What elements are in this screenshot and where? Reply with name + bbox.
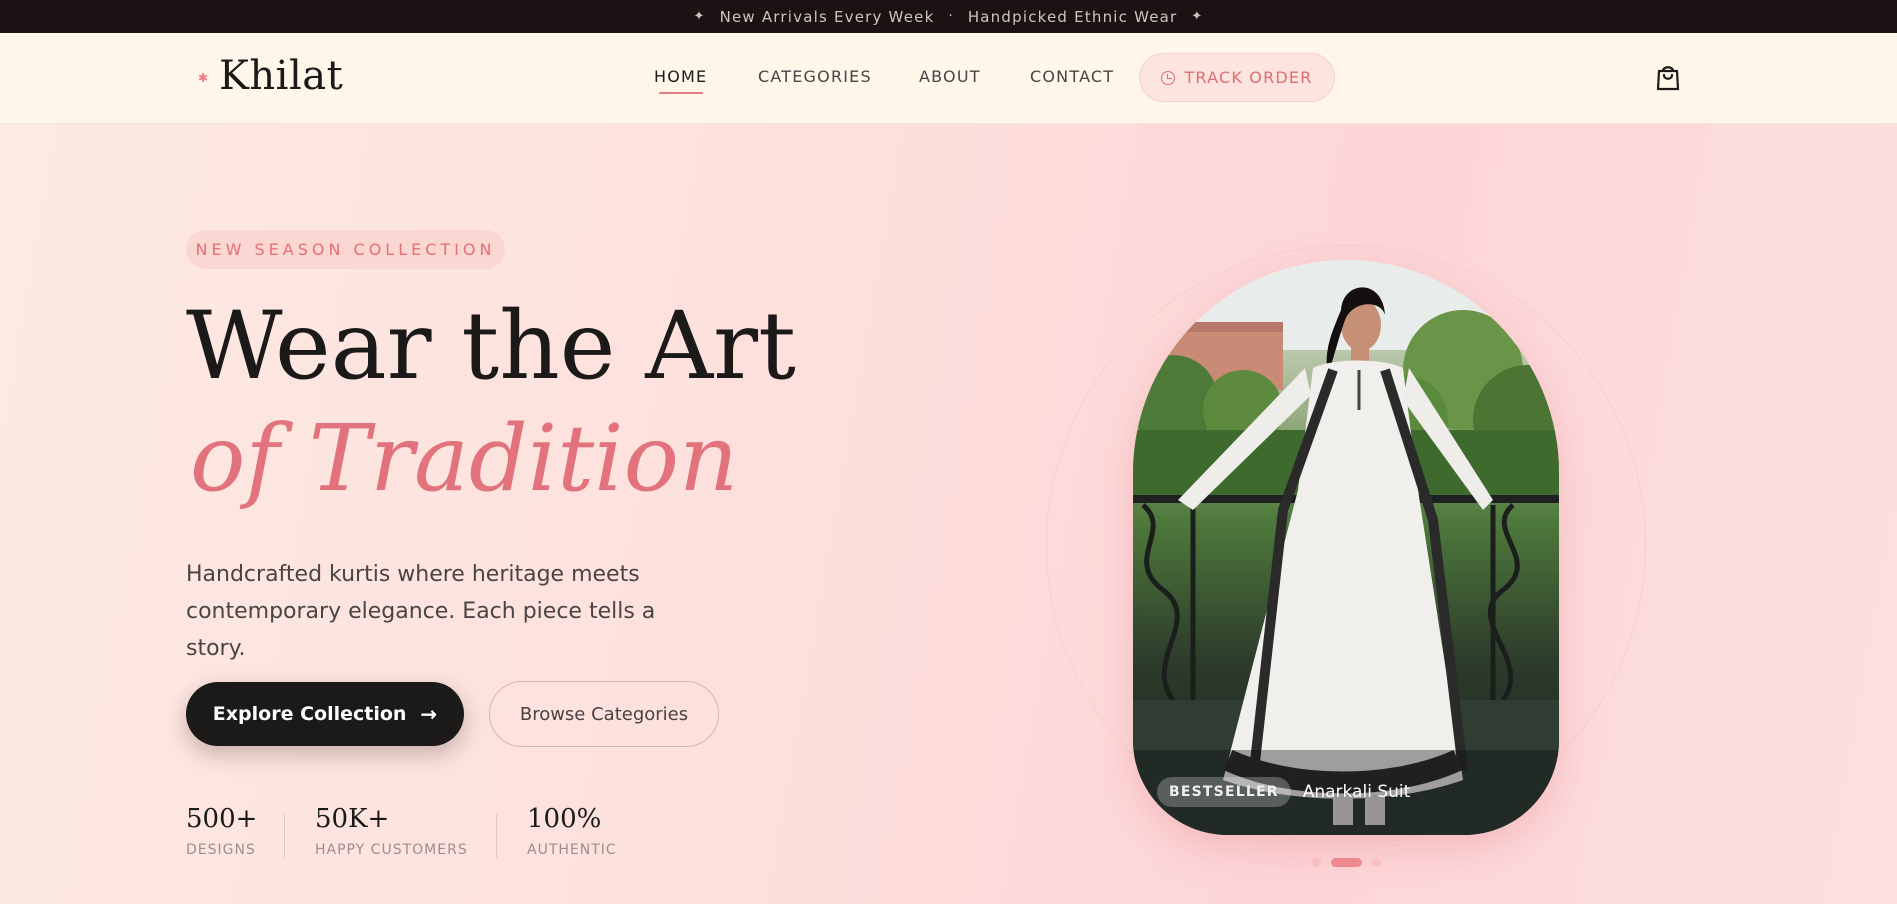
- carousel-dot-active[interactable]: [1331, 858, 1362, 867]
- stat-label: DESIGNS: [186, 842, 256, 858]
- stat-value: 500+: [186, 804, 258, 834]
- carousel-dot[interactable]: [1372, 858, 1381, 867]
- explore-collection-button[interactable]: Explore Collection →: [186, 682, 464, 746]
- arrow-right-icon: →: [420, 702, 438, 726]
- hero-headline-line1: Wear the Art: [186, 292, 796, 401]
- woman-in-anarkali-illustration: [1133, 260, 1559, 835]
- product-name: Anarkali Suit: [1302, 782, 1411, 802]
- explore-collection-label: Explore Collection: [212, 703, 407, 725]
- stat-value: 50K+: [315, 804, 390, 834]
- stat-label: AUTHENTIC: [527, 842, 617, 858]
- hero-description: Handcrafted kurtis where heritage meets …: [186, 562, 656, 661]
- announcement-bar: ✦ New Arrivals Every Week · Handpicked E…: [0, 0, 1897, 33]
- announcement-separator: ·: [948, 9, 954, 24]
- new-season-badge: NEW SEASON COLLECTION: [186, 230, 505, 269]
- stat-designs: 500+ DESIGNS: [186, 806, 257, 858]
- sparkle-icon: ✦: [1191, 9, 1204, 24]
- shopping-bag-icon[interactable]: [1654, 62, 1682, 92]
- product-tag: BESTSELLER Anarkali Suit: [1157, 777, 1410, 807]
- carousel-dots: [1312, 858, 1381, 867]
- product-image[interactable]: BESTSELLER Anarkali Suit: [1133, 260, 1559, 835]
- nav-active-indicator: [659, 92, 703, 94]
- stat-divider: [496, 814, 497, 858]
- hero-headline-line2: of Tradition: [190, 405, 739, 512]
- nav-categories[interactable]: CATEGORIES: [758, 67, 872, 86]
- carousel-dot[interactable]: [1312, 858, 1321, 867]
- announcement-text-2: Handpicked Ethnic Wear: [967, 7, 1178, 26]
- sparkle-icon: ✦: [693, 9, 706, 24]
- track-order-label: TRACK ORDER: [1184, 68, 1313, 87]
- clock-icon: [1161, 70, 1176, 85]
- announcement-text-1: New Arrivals Every Week: [719, 7, 935, 26]
- site-header: ✱ Khilat HOME CATEGORIES ABOUT CONTACT T…: [0, 33, 1897, 124]
- stat-authentic: 100% AUTHENTIC: [527, 806, 617, 858]
- browse-categories-button[interactable]: Browse Categories: [489, 681, 719, 747]
- logo-text: Khilat: [219, 53, 344, 99]
- stat-divider: [284, 814, 285, 858]
- nav-contact[interactable]: CONTACT: [1030, 67, 1114, 86]
- bestseller-badge: BESTSELLER: [1157, 777, 1291, 807]
- stat-value: 100%: [527, 804, 602, 834]
- nav-about[interactable]: ABOUT: [919, 67, 981, 86]
- stat-customers: 50K+ HAPPY CUSTOMERS: [315, 806, 468, 858]
- stat-label: HAPPY CUSTOMERS: [315, 842, 468, 858]
- logo[interactable]: ✱ Khilat: [198, 53, 343, 99]
- logo-flower-icon: ✱: [198, 71, 209, 85]
- track-order-button[interactable]: TRACK ORDER: [1139, 53, 1335, 102]
- nav-home[interactable]: HOME: [654, 67, 707, 86]
